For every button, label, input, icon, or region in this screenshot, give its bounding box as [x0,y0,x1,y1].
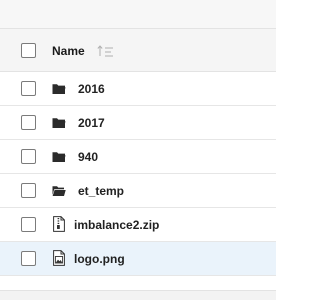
row-checkbox[interactable] [21,251,36,266]
file-browser: Name 2016 2017 940 et_temp imbalance2.zi… [0,0,276,300]
name-column-header[interactable]: Name [52,44,85,58]
folder-icon [52,118,66,128]
file-name[interactable]: imbalance2.zip [74,218,159,232]
file-name[interactable]: et_temp [78,184,124,198]
zip-file-icon [53,216,65,232]
row-checkbox[interactable] [21,115,36,130]
file-name[interactable]: logo.png [74,252,125,266]
row-checkbox[interactable] [21,81,36,96]
file-name[interactable]: 2016 [78,82,105,96]
list-item[interactable]: logo.png [0,242,276,276]
row-checkbox[interactable] [21,149,36,164]
folder-open-icon [52,186,66,196]
list-item[interactable]: 2017 [0,106,276,140]
file-name[interactable]: 2017 [78,116,105,130]
image-file-icon [53,250,65,266]
select-all-checkbox[interactable] [21,43,36,58]
list-item[interactable]: 940 [0,140,276,174]
folder-icon [52,84,66,94]
row-checkbox[interactable] [21,183,36,198]
file-name[interactable]: 940 [78,150,98,164]
sort-ascending-icon[interactable] [96,43,114,59]
list-item[interactable]: et_temp [0,174,276,208]
list-footer [0,290,276,300]
folder-icon [52,152,66,162]
toolbar-strip [0,0,276,28]
row-checkbox[interactable] [21,217,36,232]
file-list-header: Name [0,28,276,72]
list-item[interactable]: 2016 [0,72,276,106]
list-item[interactable]: imbalance2.zip [0,208,276,242]
